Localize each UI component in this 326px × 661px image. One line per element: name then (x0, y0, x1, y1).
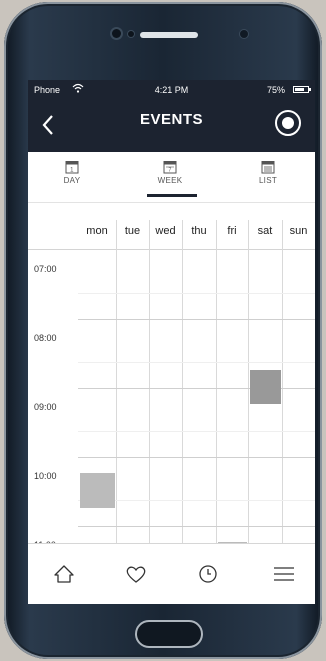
day-header-sat: sat (257, 225, 273, 237)
page-title: EVENTS (139, 111, 203, 128)
day-header-wed: wed (155, 225, 176, 237)
column-divider (282, 220, 283, 544)
header-divider (28, 249, 315, 250)
app-screen: Phone 4:21 PM 75% EVENTS 1 DAY 7 WEEK LI… (28, 80, 315, 604)
battery-icon (293, 86, 311, 93)
day-header-tue: tue (124, 225, 141, 237)
record-button[interactable] (275, 110, 301, 136)
nav-home[interactable] (50, 560, 78, 588)
nav-history[interactable] (194, 560, 222, 588)
sensor (128, 31, 134, 37)
status-bar: Phone 4:21 PM 75% (28, 80, 315, 100)
column-divider (248, 220, 249, 544)
view-tabs: 1 DAY 7 WEEK LIST (28, 152, 315, 203)
hour-line (78, 457, 315, 458)
time-label: 08:00 (34, 333, 57, 343)
half-hour-line (78, 361, 315, 363)
nav-menu[interactable] (270, 560, 298, 588)
time-label: 10:00 (34, 471, 57, 481)
menu-icon (274, 567, 294, 581)
hour-line (78, 319, 315, 320)
record-icon (282, 117, 294, 129)
time-label: 09:00 (34, 402, 57, 412)
tab-day[interactable]: 1 DAY (42, 160, 102, 185)
column-divider (149, 220, 150, 544)
nav-favorites[interactable] (122, 560, 150, 588)
phone-frame: Phone 4:21 PM 75% EVENTS 1 DAY 7 WEEK LI… (4, 2, 322, 659)
tab-week-label: WEEK (157, 176, 183, 185)
list-icon (261, 161, 275, 174)
event-block-mon[interactable] (80, 473, 115, 508)
tab-day-label: DAY (63, 176, 81, 185)
day-header-fri: fri (227, 225, 237, 237)
home-icon (54, 565, 74, 583)
clock-icon (199, 565, 217, 583)
bottom-nav (28, 543, 315, 604)
day-header-thu: thu (191, 225, 207, 237)
day-header-sun: sun (289, 225, 308, 237)
column-divider (116, 220, 117, 544)
day-header-mon: mon (86, 225, 108, 237)
week-grid[interactable]: mon tue wed thu fri sat sun 07:00 08:00 09:00 10:0… (28, 202, 315, 544)
half-hour-line (78, 430, 315, 432)
battery-percent: 75% (266, 85, 285, 95)
calendar-week-icon: 7 (163, 161, 177, 174)
selected-tab-indicator (147, 194, 197, 197)
svg-text:1: 1 (70, 168, 74, 174)
column-divider (216, 220, 217, 544)
event-block-sat[interactable] (250, 369, 281, 404)
calendar-day-icon: 1 (65, 161, 79, 174)
svg-text:7: 7 (168, 168, 171, 174)
column-divider (182, 220, 183, 544)
half-hour-line (78, 292, 315, 294)
tab-list[interactable]: LIST (238, 160, 298, 185)
tab-list-label: LIST (258, 176, 278, 185)
proximity-sensor (240, 30, 248, 38)
app-header: EVENTS (28, 100, 315, 152)
home-hardware-button[interactable] (135, 620, 203, 648)
time-label: 07:00 (34, 264, 57, 274)
hour-line (78, 526, 315, 527)
earpiece-speaker (140, 32, 198, 38)
heart-icon (126, 566, 146, 583)
tab-week[interactable]: 7 WEEK (140, 160, 200, 185)
front-camera (112, 29, 121, 38)
